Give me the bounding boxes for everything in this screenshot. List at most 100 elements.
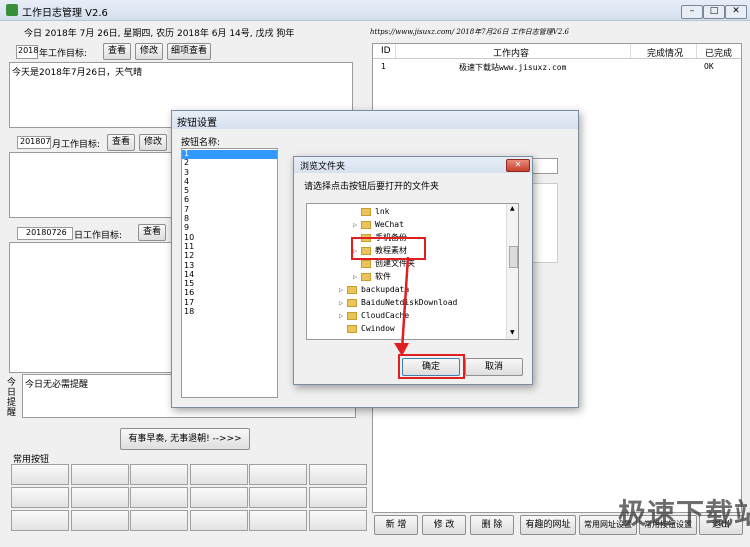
common-button-10[interactable]	[190, 487, 248, 508]
button-name-list[interactable]: 1 2 3 4 5 6 7 8 9 10 11 12 13 14 15 16 1…	[181, 148, 278, 398]
scroll-up-icon[interactable]: ▲	[510, 205, 515, 212]
row-content: 极速下载站www.jisuxz.com	[459, 63, 567, 72]
col-status: 完成情况	[647, 49, 684, 59]
common-button-3[interactable]	[130, 464, 188, 485]
list-item[interactable]: 2	[184, 158, 194, 167]
list-item[interactable]: 5	[184, 186, 194, 195]
list-item[interactable]: 4	[184, 177, 194, 186]
button-name-label: 按钮名称:	[181, 138, 221, 148]
minimize-button[interactable]: –	[681, 5, 703, 19]
month-goal-label: 月工作目标:	[52, 140, 101, 150]
expand-arrow-icon[interactable]: ▷	[339, 297, 347, 309]
day-goal-text[interactable]	[9, 242, 174, 373]
folder-icon	[361, 207, 371, 216]
month-view-button[interactable]: 查看	[107, 134, 135, 151]
list-item[interactable]: 15	[184, 279, 194, 288]
month-input[interactable]: 201807	[17, 136, 51, 149]
common-button-16[interactable]	[190, 510, 248, 531]
list-item[interactable]: 17	[184, 298, 194, 307]
edit-button[interactable]: 修 改	[422, 515, 466, 535]
browse-title: 浏览文件夹	[300, 162, 346, 172]
list-item[interactable]: 16	[184, 288, 194, 297]
common-button-18[interactable]	[309, 510, 367, 531]
col-done: 已完成	[705, 49, 733, 59]
expand-arrow-icon[interactable]: ▷	[353, 271, 361, 283]
day-view-button[interactable]: 查看	[138, 224, 166, 241]
common-button-4[interactable]	[190, 464, 248, 485]
watermark: 极速下载站	[618, 497, 750, 530]
motto-button[interactable]: 有事早奏, 无事退朝! -->>>	[120, 428, 250, 450]
browse-close-button[interactable]: ✕	[506, 159, 530, 172]
annotation-arrow	[394, 256, 410, 356]
browse-cancel-button[interactable]: 取消	[465, 358, 523, 376]
folder-icon	[361, 259, 371, 268]
folder-icon	[361, 220, 371, 229]
common-button-1[interactable]	[11, 464, 69, 485]
button-settings-title: 按钮设置	[177, 118, 217, 129]
maximize-button[interactable]: □	[703, 5, 725, 19]
scroll-thumb[interactable]	[509, 246, 518, 268]
row-done: OK	[704, 62, 714, 71]
delete-button[interactable]: 删 除	[470, 515, 514, 535]
list-item[interactable]: 8	[184, 214, 194, 223]
list-item[interactable]: 11	[184, 242, 194, 251]
year-input[interactable]: 2018	[16, 45, 38, 59]
expand-arrow-icon[interactable]: ▷	[353, 219, 361, 231]
tree-scrollbar[interactable]: ▲ ▼	[506, 204, 518, 339]
tree-item-cwindow[interactable]: Cwindow	[307, 323, 395, 335]
table-header: ID 工作内容 完成情况 已完成	[373, 44, 741, 59]
col-content: 工作内容	[493, 49, 530, 59]
common-button-15[interactable]	[130, 510, 188, 531]
header-banner: https://www.jisuxz.com/ 2018年7月26日 工作日志管…	[370, 28, 569, 36]
common-button-6[interactable]	[309, 464, 367, 485]
list-item[interactable]: 12	[184, 251, 194, 260]
folder-icon	[347, 298, 357, 307]
common-button-2[interactable]	[71, 464, 129, 485]
list-item[interactable]: 18	[184, 307, 194, 316]
common-button-7[interactable]	[11, 487, 69, 508]
tree-item-lnk[interactable]: lnk	[307, 206, 389, 218]
add-button[interactable]: 新 增	[374, 515, 418, 535]
folder-icon	[347, 311, 357, 320]
common-button-13[interactable]	[11, 510, 69, 531]
common-button-17[interactable]	[249, 510, 307, 531]
folder-icon	[347, 324, 357, 333]
year-edit-button[interactable]: 修改	[135, 43, 163, 60]
list-item[interactable]: 3	[184, 168, 194, 177]
close-button[interactable]: ✕	[725, 5, 747, 19]
list-item[interactable]: 14	[184, 270, 194, 279]
folder-icon	[347, 285, 357, 294]
tree-item-software[interactable]: ▷ 软件	[307, 271, 391, 283]
month-goal-text[interactable]	[9, 152, 174, 218]
list-item[interactable]: 7	[184, 205, 194, 214]
fun-links-button[interactable]: 有趣的网址	[520, 515, 576, 535]
browse-title-bar: 浏览文件夹 ✕	[294, 157, 532, 173]
list-item[interactable]: 9	[184, 223, 194, 232]
common-button-12[interactable]	[309, 487, 367, 508]
row-id: 1	[381, 62, 386, 71]
day-goal-label: 日工作目标:	[74, 231, 123, 241]
expand-arrow-icon[interactable]: ▷	[339, 284, 347, 296]
common-button-5[interactable]	[249, 464, 307, 485]
day-input[interactable]: 20180726	[17, 227, 73, 240]
tree-item-baidunetdisk[interactable]: ▷ BaiduNetdiskDownload	[307, 297, 457, 309]
expand-arrow-icon[interactable]: ▷	[339, 310, 347, 322]
folder-icon	[361, 272, 371, 281]
list-item[interactable]: 1	[184, 149, 194, 158]
table-row[interactable]: 1 极速下载站www.jisuxz.com OK	[373, 60, 741, 74]
common-button-9[interactable]	[130, 487, 188, 508]
scroll-down-icon[interactable]: ▼	[510, 329, 515, 336]
month-edit-button[interactable]: 修改	[139, 134, 167, 151]
common-button-11[interactable]	[249, 487, 307, 508]
list-item[interactable]: 10	[184, 233, 194, 242]
common-button-14[interactable]	[71, 510, 129, 531]
list-selected-highlight	[182, 150, 277, 159]
tree-item-wechat[interactable]: ▷ WeChat	[307, 219, 404, 231]
list-item[interactable]: 6	[184, 195, 194, 204]
year-view-button[interactable]: 查看	[103, 43, 131, 60]
col-id: ID	[381, 46, 391, 56]
reminder-side-label: 今日提醒	[7, 378, 17, 418]
year-detail-button[interactable]: 细项查看	[167, 43, 211, 60]
list-item[interactable]: 13	[184, 261, 194, 270]
common-button-8[interactable]	[71, 487, 129, 508]
